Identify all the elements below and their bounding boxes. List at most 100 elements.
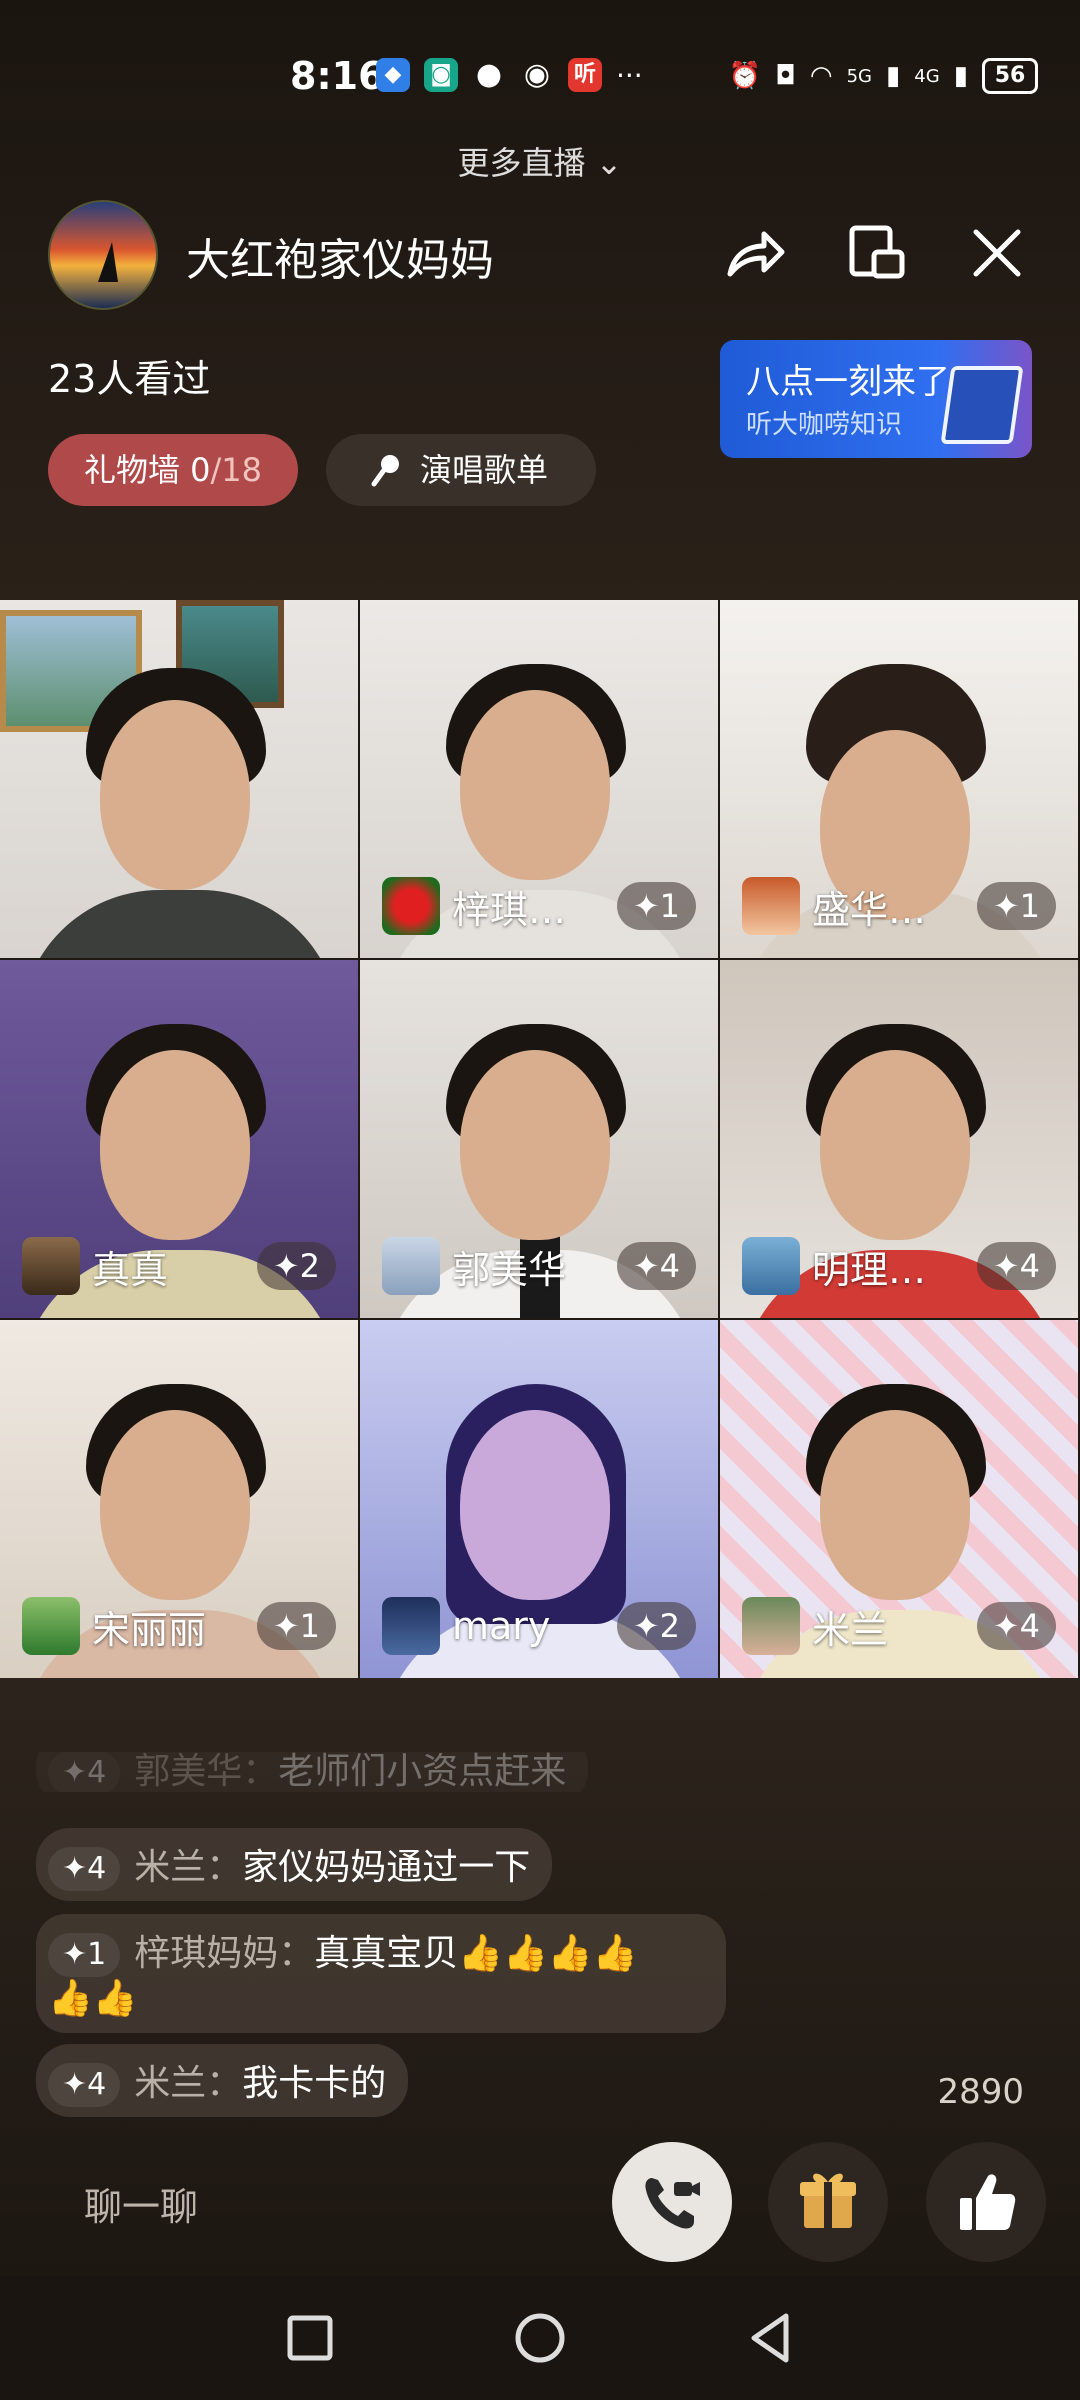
participant-tag: 宋丽丽 <box>22 1596 206 1656</box>
chat-level-badge: ✦4 <box>48 2063 121 2107</box>
chat-username: 米兰： <box>134 2063 243 2104</box>
video-tile[interactable]: 真真 ✦2 <box>0 960 358 1318</box>
gift-wall-count: 0 <box>190 451 211 489</box>
participant-level: ✦1 <box>976 882 1056 930</box>
gift-wall-button[interactable]: 礼物墙 0/18 <box>48 434 298 506</box>
song-list-label: 演唱歌单 <box>420 451 549 489</box>
phone-video-icon <box>645 2178 700 2229</box>
like-button[interactable] <box>926 2142 1046 2262</box>
participant-avatar <box>742 877 800 935</box>
chat-level-badge: ✦4 <box>48 1752 121 1792</box>
signal-5g-label: 5G <box>846 65 872 87</box>
host-avatar[interactable] <box>48 200 158 310</box>
participant-tag: 盛华… <box>742 876 926 936</box>
video-tile[interactable]: 盛华… ✦1 <box>720 600 1078 958</box>
view-count: 23人看过 <box>48 357 211 401</box>
person-body <box>20 890 340 958</box>
battery-level: 56 <box>982 58 1038 94</box>
wifi-icon: ◠ <box>809 61 833 91</box>
status-time: 8:16 <box>290 54 385 98</box>
room-title: 大红袍家仪妈妈 <box>186 235 494 286</box>
participant-level: ✦4 <box>616 1242 696 1290</box>
chat-text-continued: 👍👍 <box>48 1978 138 2019</box>
more-live-dropdown[interactable]: 更多直播 ⌄ <box>0 138 1080 184</box>
video-tile[interactable]: 郭美华 ✦4 <box>360 960 718 1318</box>
camera-icon: ◘ <box>775 61 796 91</box>
signal-4g-label: 4G <box>914 65 940 87</box>
signal-icon: ▮ <box>953 61 968 91</box>
mi-icon: ◙ <box>424 58 458 92</box>
notification-icons: ◆ ◙ ● ◉ 听 ··· <box>376 58 643 92</box>
signal-icon: ▮ <box>885 61 901 91</box>
participant-avatar <box>742 1237 800 1295</box>
participant-name: 郭美华 <box>452 1247 567 1292</box>
person-face <box>100 1050 250 1240</box>
chat-text: 老师们小资点赶来 <box>278 1752 567 1792</box>
participant-level: ✦4 <box>976 1242 1056 1290</box>
song-list-button[interactable]: 演唱歌单 <box>326 434 596 506</box>
participant-tag: 明理… <box>742 1236 926 1296</box>
participant-level: ✦1 <box>256 1602 336 1650</box>
participant-name: mary <box>452 1604 551 1648</box>
sailboat-icon <box>98 242 118 282</box>
participant-name: 明理… <box>812 1247 927 1292</box>
chat-message: ✦4 郭美华：老师们小资点赶来 <box>36 1752 589 1792</box>
chat-text: 我卡卡的 <box>242 2063 387 2104</box>
participant-avatar <box>742 1597 800 1655</box>
participant-name: 真真 <box>92 1247 169 1292</box>
recents-icon[interactable] <box>278 2306 342 2370</box>
video-tile[interactable]: 梓琪… ✦1 <box>360 600 718 958</box>
chat-message: ✦4 米兰：我卡卡的 <box>36 2044 409 2117</box>
participant-avatar <box>382 1237 440 1295</box>
video-tile[interactable]: 宋丽丽 ✦1 <box>0 1320 358 1678</box>
gift-button[interactable] <box>768 2142 888 2262</box>
shield-icon: ◆ <box>376 58 410 92</box>
more-notifications-icon: ··· <box>616 58 643 92</box>
home-icon[interactable] <box>508 2306 572 2370</box>
chalkboard-icon <box>940 366 1024 444</box>
chat-level-badge: ✦4 <box>48 1847 121 1891</box>
float-window-icon[interactable] <box>844 218 914 288</box>
message-icon: ● <box>475 57 503 92</box>
wechat-icon: ◉ <box>523 57 551 92</box>
thumbs-up-icon <box>960 2174 1016 2230</box>
like-count: 2890 <box>937 2072 1024 2112</box>
participant-tag: mary <box>382 1596 550 1656</box>
chat-message: ✦1 梓琪妈妈：真真宝贝👍👍👍👍 👍👍 <box>36 1914 726 2033</box>
participant-name: 米兰 <box>812 1607 889 1652</box>
video-tile[interactable]: mary ✦2 <box>360 1320 718 1678</box>
participant-level: ✦2 <box>616 1602 696 1650</box>
alarm-icon: ⏰ <box>728 61 762 91</box>
microphone-icon <box>371 455 399 487</box>
participant-level: ✦2 <box>256 1242 336 1290</box>
system-nav-bar <box>0 2276 1080 2400</box>
video-tile[interactable]: 米兰 ✦4 <box>720 1320 1078 1678</box>
participant-tag: 郭美华 <box>382 1236 566 1296</box>
participant-name: 梓琪… <box>452 887 567 932</box>
video-tile[interactable]: 明理… ✦4 <box>720 960 1078 1318</box>
status-bar: 8:16 ◆ ◙ ● ◉ 听 ··· ⏰ ◘ ◠ 5G ▮ 4G ▮ 56 <box>0 52 1080 108</box>
participant-tag: 梓琪… <box>382 876 566 936</box>
video-grid: 梓琪… ✦1 盛华… ✦1 真真 ✦2 郭美华 ✦4 明理… ✦4 宋丽丽 ✦1… <box>0 600 1080 1678</box>
video-call-button[interactable] <box>612 2142 732 2262</box>
chat-level-badge: ✦1 <box>48 1933 121 1977</box>
chat-input[interactable]: 聊一聊 <box>84 2176 198 2231</box>
ting-icon: 听 <box>568 58 602 92</box>
back-icon[interactable] <box>738 2306 802 2370</box>
gift-wall-total: /18 <box>210 451 263 489</box>
person-face <box>460 1410 610 1600</box>
gift-icon <box>800 2173 856 2228</box>
share-icon[interactable] <box>720 218 790 288</box>
participant-avatar <box>382 1597 440 1655</box>
chat-username: 米兰： <box>134 1847 243 1888</box>
person-face <box>100 1410 250 1600</box>
chat-text: 家仪妈妈通过一下 <box>242 1847 531 1888</box>
close-icon[interactable] <box>962 218 1032 288</box>
participant-tag: 米兰 <box>742 1596 888 1656</box>
participant-level: ✦4 <box>976 1602 1056 1650</box>
participant-avatar <box>22 1597 80 1655</box>
promo-banner[interactable]: 八点一刻来了 听大咖唠知识 <box>720 340 1032 458</box>
person-face <box>820 1050 970 1240</box>
participant-avatar <box>382 877 440 935</box>
video-tile-host[interactable] <box>0 600 358 958</box>
